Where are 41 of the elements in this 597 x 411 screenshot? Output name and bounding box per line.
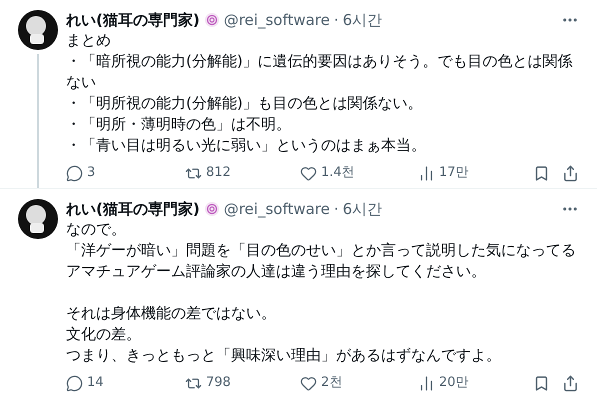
count-label: 17만 <box>439 164 469 182</box>
count-label: 812 <box>206 164 231 182</box>
post-text-line: ・「青い目は明るい光に弱い」というのはまぁ本当。 <box>66 135 427 156</box>
spiral-badge-icon <box>204 201 220 217</box>
count-label: 798 <box>206 374 231 392</box>
share-icon[interactable] <box>562 164 579 182</box>
count-label: 14 <box>87 374 104 392</box>
post-time[interactable]: 6시간 <box>342 198 382 220</box>
dot-separator: · <box>334 198 339 220</box>
post-text-line: ・「明所・薄明時の色」は不明。 <box>66 114 292 135</box>
post-text-line: つまり、きっともっと「興味深い理由」があるはずなんですよ。 <box>66 345 502 366</box>
count-label: 20만 <box>439 374 469 392</box>
reply-icon[interactable] <box>66 374 83 392</box>
bookmark-icon[interactable] <box>533 374 550 392</box>
bookmark-icon[interactable] <box>533 164 550 182</box>
share-icon[interactable] <box>562 374 579 392</box>
count-label: 1.4천 <box>321 164 355 182</box>
post-text-line: ・「明所視の能力(分解能)」も目の色とは関係ない。 <box>66 93 424 114</box>
post-text-line: まとめ <box>66 30 112 51</box>
avatar-icon[interactable] <box>18 10 58 50</box>
views-icon[interactable] <box>418 164 435 182</box>
like-icon[interactable] <box>300 164 317 182</box>
post-text-line: 文化の差。 <box>66 324 142 345</box>
post-time[interactable]: 6시간 <box>342 8 382 32</box>
post-text-line: なので。 <box>66 219 127 240</box>
spiral-badge-icon <box>204 12 220 28</box>
display-name[interactable]: れい(猫耳の専門家) <box>66 8 200 32</box>
post-text-line: アマチュアゲーム評論家の人達は違う理由を探してください。 <box>66 261 487 282</box>
post-text-line: ・「暗所視の能力(分解能)」に遺伝的要因はありそう。でも目の色とは関係ない <box>66 51 574 93</box>
reply-icon[interactable] <box>66 164 83 182</box>
display-name[interactable]: れい(猫耳の専門家) <box>66 198 200 220</box>
like-icon[interactable] <box>300 374 317 392</box>
post-text-line: 「洋ゲーが暗い」問題を「目の色のせい」とか言って説明した気になってる <box>66 240 577 261</box>
user-handle[interactable]: @rei_software <box>224 8 330 32</box>
dot-separator: · <box>334 10 339 31</box>
post-text-line: それは身体機能の差ではない。 <box>66 303 277 324</box>
user-handle[interactable]: @rei_software <box>224 198 330 220</box>
views-icon[interactable] <box>418 374 435 392</box>
count-label: 3 <box>87 164 96 182</box>
count-label: 2천 <box>321 374 342 392</box>
avatar-icon[interactable] <box>18 199 58 239</box>
